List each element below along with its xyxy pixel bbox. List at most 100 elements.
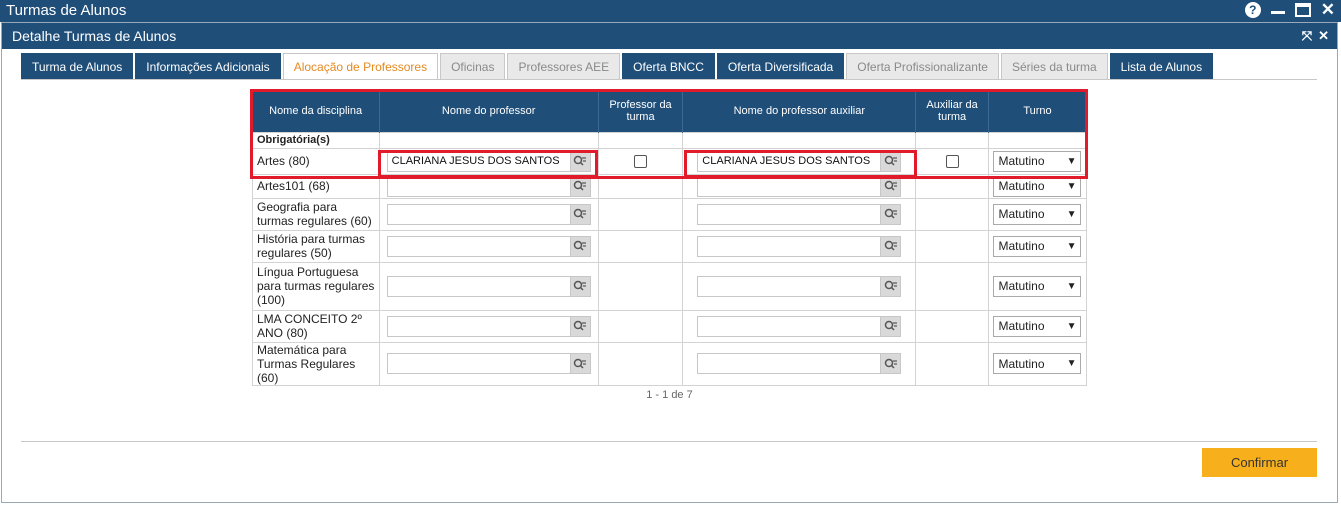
chevron-down-icon: ▼	[1066, 155, 1077, 167]
turno-value: Matutino	[998, 279, 1045, 293]
search-professor-icon[interactable]	[570, 275, 591, 297]
tab-oferta-diversificada[interactable]: Oferta Diversificada	[716, 53, 845, 80]
pager-text: 1 - 1 de 7	[646, 389, 693, 401]
maximize-icon[interactable]	[1294, 3, 1311, 17]
group-row: Obrigatória(s)	[252, 131, 1088, 149]
tab-divider	[21, 79, 1317, 80]
table-header-row: Nome da disciplina Nome do professor Pro…	[252, 90, 1088, 132]
help-icon[interactable]: ?	[1244, 2, 1261, 18]
professor-input[interactable]: CLARIANA JESUS DOS SANTOS	[386, 150, 571, 172]
professor-turma-checkbox[interactable]	[634, 154, 647, 168]
auxiliar-input[interactable]: CLARIANA JESUS DOS SANTOS	[697, 150, 882, 172]
group-label: Obrigatória(s)	[252, 131, 380, 149]
turno-select[interactable]: Matutino ▼	[993, 315, 1082, 337]
turno-value: Matutino	[998, 179, 1045, 193]
table-row: Artes (80) CLARIANA JESUS DOS SANTOS CLARI…	[252, 147, 1088, 175]
header-auxiliar-turma: Auxiliar da turma	[915, 90, 989, 132]
header-professor-turma: Professor da turma	[598, 90, 684, 132]
professor-input[interactable]	[386, 315, 571, 337]
header-professor: Nome do professor	[379, 90, 599, 132]
turno-value: Matutino	[998, 154, 1045, 168]
table-row: Matemática para Turmas Regulares (60) Mat…	[252, 341, 1088, 386]
professor-input[interactable]	[386, 235, 571, 257]
professor-input[interactable]	[386, 175, 571, 197]
disciplina-cell: Matemática para Turmas Regulares (60)	[252, 341, 380, 386]
turno-select[interactable]: Matutino ▼	[993, 235, 1082, 257]
table-row: Língua Portuguesa para turmas regulares …	[252, 261, 1088, 311]
search-professor-icon[interactable]	[570, 203, 591, 225]
auxiliar-input[interactable]	[697, 203, 882, 225]
tab-oferta-bncc[interactable]: Oferta BNCC	[622, 53, 715, 80]
disciplina-cell: História para turmas regulares (50)	[252, 229, 380, 263]
turno-select[interactable]: Matutino ▼	[993, 275, 1082, 297]
turno-select[interactable]: Matutino ▼	[993, 353, 1082, 374]
allocation-table: Nome da disciplina Nome do professor Pro…	[252, 90, 1088, 386]
table-row: LMA CONCEITO 2º ANO (80) Matutino ▼	[252, 309, 1088, 343]
turno-value: Matutino	[998, 319, 1045, 333]
app-title: Turmas de Alunos	[6, 2, 127, 19]
auxiliar-input[interactable]	[697, 275, 882, 297]
tab-professores-aee[interactable]: Professores AEE	[507, 53, 621, 80]
search-professor-icon[interactable]	[570, 150, 591, 172]
professor-input[interactable]	[386, 275, 571, 297]
search-auxiliar-icon[interactable]	[881, 175, 902, 197]
search-auxiliar-icon[interactable]	[881, 315, 902, 337]
search-auxiliar-icon[interactable]	[881, 235, 902, 257]
auxiliar-input[interactable]	[697, 315, 882, 337]
tab-informa-es-adicionais[interactable]: Informações Adicionais	[135, 53, 281, 80]
turno-select[interactable]: Matutino ▼	[993, 203, 1082, 225]
collapse-icon[interactable]: ⤧	[1302, 28, 1312, 44]
confirm-button[interactable]: Confirmar	[1202, 448, 1317, 477]
panel-close-icon[interactable]: ✕	[1318, 28, 1329, 44]
auxiliar-input[interactable]	[697, 353, 882, 374]
chevron-down-icon: ▼	[1066, 208, 1077, 220]
auxiliar-input[interactable]	[697, 175, 882, 197]
chevron-down-icon: ▼	[1066, 180, 1077, 192]
table-row: Geografia para turmas regulares (60) Matu…	[252, 197, 1088, 231]
chevron-down-icon: ▼	[1066, 280, 1077, 292]
search-professor-icon[interactable]	[570, 315, 591, 337]
turno-value: Matutino	[998, 239, 1045, 253]
footer-divider	[21, 441, 1317, 442]
tab-oferta-profissionalizante[interactable]: Oferta Profissionalizante	[846, 53, 999, 80]
disciplina-cell: LMA CONCEITO 2º ANO (80)	[252, 309, 380, 343]
search-professor-icon[interactable]	[570, 353, 591, 374]
tab-oficinas[interactable]: Oficinas	[440, 53, 506, 80]
minimize-icon[interactable]	[1270, 10, 1285, 14]
professor-input[interactable]	[386, 353, 571, 374]
disciplina-cell: Língua Portuguesa para turmas regulares …	[252, 261, 380, 311]
chevron-down-icon: ▼	[1066, 358, 1077, 369]
chevron-down-icon: ▼	[1066, 320, 1077, 332]
detail-panel: Detalhe Turmas de Alunos ⤧ ✕ Turma de Al…	[1, 22, 1338, 503]
turno-value: Matutino	[998, 207, 1045, 221]
professor-input[interactable]	[386, 203, 571, 225]
tab-turma-de-alunos[interactable]: Turma de Alunos	[21, 53, 134, 80]
disciplina-cell: Geografia para turmas regulares (60)	[252, 197, 380, 231]
search-auxiliar-icon[interactable]	[881, 150, 902, 172]
header-turno: Turno	[988, 90, 1088, 132]
close-icon[interactable]: ✕	[1321, 1, 1335, 18]
search-auxiliar-icon[interactable]	[881, 353, 902, 374]
header-disciplina: Nome da disciplina	[252, 90, 380, 132]
table-row: História para turmas regulares (50) Matut…	[252, 229, 1088, 263]
header-auxiliar: Nome do professor auxiliar	[682, 90, 917, 132]
tab-aloca-o-de-professores[interactable]: Alocação de Professores	[282, 53, 439, 80]
tab-s-ries-da-turma[interactable]: Séries da turma	[1000, 53, 1108, 80]
search-auxiliar-icon[interactable]	[881, 275, 902, 297]
app-titlebar: Turmas de Alunos ? ✕	[0, 0, 1341, 22]
turno-select[interactable]: Matutino ▼	[993, 150, 1082, 172]
search-auxiliar-icon[interactable]	[881, 203, 902, 225]
panel-title: Detalhe Turmas de Alunos	[12, 28, 177, 44]
tab-bar: Turma de Alunos Informações Adicionais Alo…	[21, 53, 1214, 80]
disciplina-cell: Artes (80)	[252, 147, 380, 175]
search-professor-icon[interactable]	[570, 175, 591, 197]
turno-select[interactable]: Matutino ▼	[993, 175, 1082, 197]
tab-lista-de-alunos[interactable]: Lista de Alunos	[1109, 53, 1214, 80]
auxiliar-turma-checkbox[interactable]	[945, 154, 959, 168]
chevron-down-icon: ▼	[1066, 240, 1077, 252]
auxiliar-input[interactable]	[697, 235, 882, 257]
table-row: Artes101 (68) Matutino ▼	[252, 173, 1088, 199]
search-professor-icon[interactable]	[570, 235, 591, 257]
panel-header: Detalhe Turmas de Alunos ⤧ ✕	[2, 23, 1337, 49]
turno-value: Matutino	[998, 356, 1045, 371]
